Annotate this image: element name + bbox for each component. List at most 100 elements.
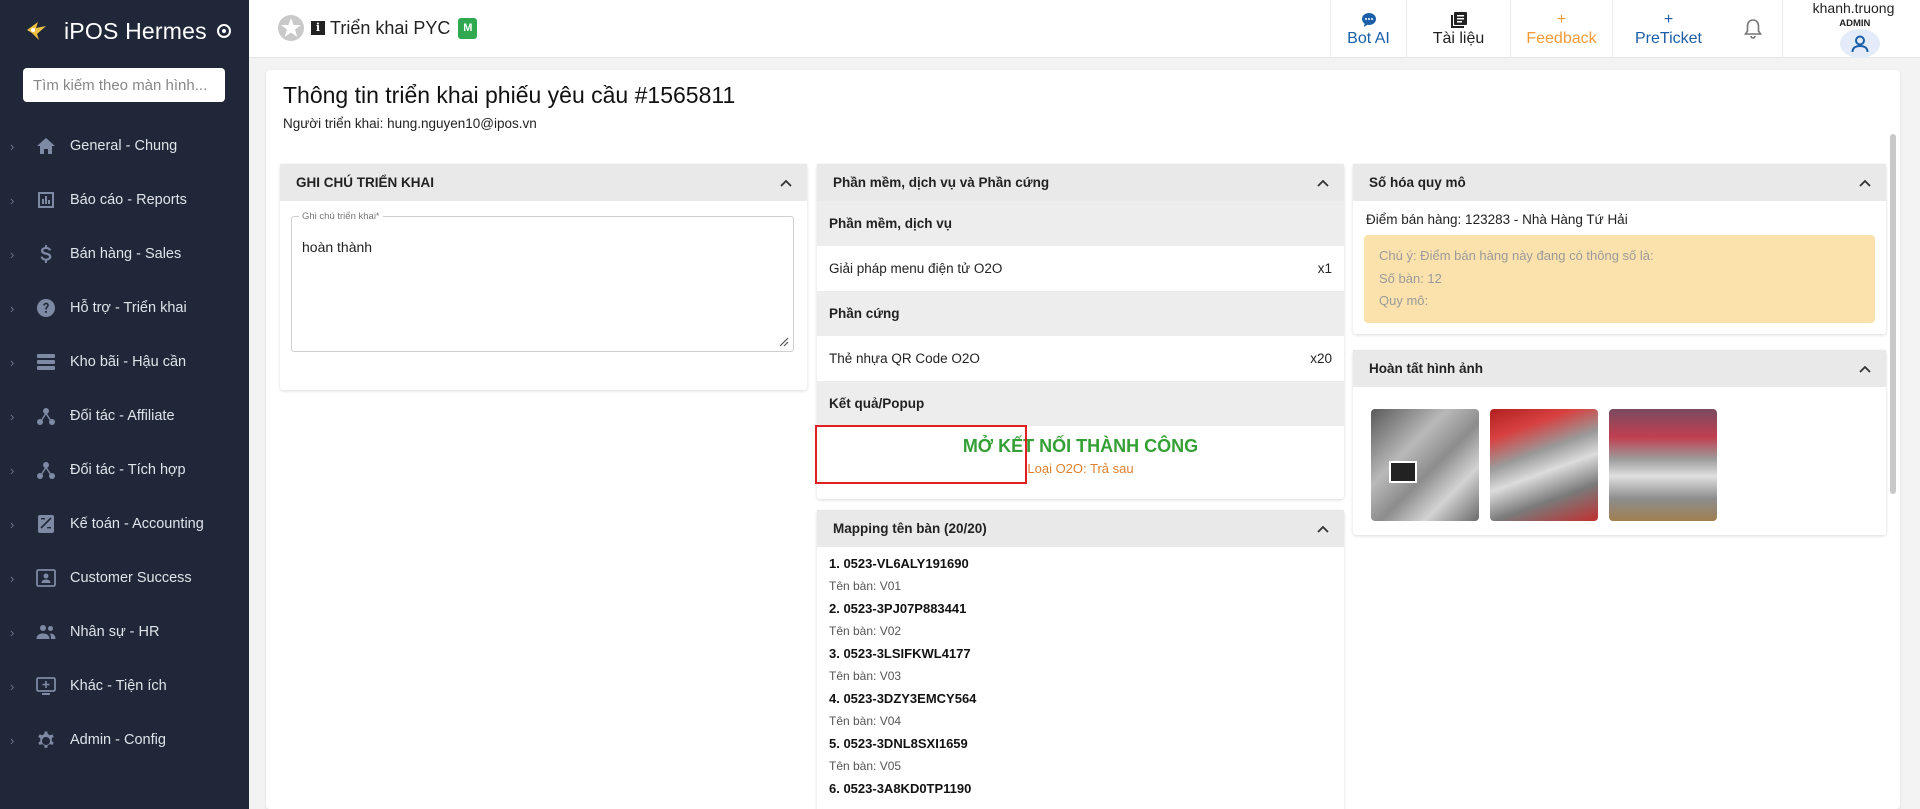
sidebar-item[interactable]: › Khác - Tiện ích bbox=[0, 659, 249, 713]
notes-field-label: Ghi chú triển khai* bbox=[299, 211, 383, 222]
sidebar-item[interactable]: › Customer Success bbox=[0, 551, 249, 605]
sidebar-item[interactable]: › Báo cáo - Reports bbox=[0, 173, 249, 227]
notes-textarea[interactable]: Ghi chú triển khai* hoàn thành bbox=[291, 211, 794, 352]
sidebar-item-label: General - Chung bbox=[70, 138, 178, 154]
main-content: Thông tin triển khai phiếu yêu cầu #1565… bbox=[266, 70, 1900, 809]
user-icon bbox=[1851, 35, 1868, 52]
sidebar-item[interactable]: › Bán hàng - Sales bbox=[0, 227, 249, 281]
contact-card-icon bbox=[34, 566, 58, 590]
chevron-right-icon: › bbox=[10, 138, 15, 154]
user-role: ADMIN bbox=[1839, 18, 1871, 29]
docs-button[interactable]: Tài liệu bbox=[1406, 0, 1510, 58]
notes-field-value: hoàn thành bbox=[302, 239, 373, 255]
hardware-item-qty: x20 bbox=[1310, 351, 1332, 366]
page-header-title: Triển khai PYC bbox=[330, 17, 451, 38]
software-section-header: Phần mềm, dịch vụ bbox=[817, 201, 1344, 246]
bot-ai-label: Bot AI bbox=[1347, 30, 1390, 47]
digitize-card-header[interactable]: Số hóa quy mô bbox=[1353, 164, 1886, 201]
sidebar-item[interactable]: › Hỗ trợ - Triển khai bbox=[0, 281, 249, 335]
feedback-label: Feedback bbox=[1526, 30, 1597, 47]
mapping-code: 4. 0523-3DZY3EMCY564 bbox=[829, 691, 977, 706]
sidebar-item[interactable]: › Kho bãi - Hậu cần bbox=[0, 335, 249, 389]
chevron-right-icon: › bbox=[10, 246, 15, 262]
photo-thumbnail[interactable] bbox=[1609, 409, 1717, 521]
avatar[interactable] bbox=[1839, 29, 1880, 58]
chevron-right-icon: › bbox=[10, 570, 15, 586]
software-card-header[interactable]: Phần mềm, dịch vụ và Phần cứng bbox=[817, 164, 1344, 201]
notice-line: Quy mô: bbox=[1379, 293, 1429, 308]
plus-icon: + bbox=[1556, 11, 1567, 28]
highlight-box bbox=[815, 425, 1027, 484]
preticket-button[interactable]: + PreTicket bbox=[1612, 0, 1724, 58]
storage-icon bbox=[34, 350, 58, 374]
hub-icon bbox=[34, 404, 58, 428]
info-icon: i bbox=[311, 21, 325, 35]
star-badge-icon bbox=[278, 15, 304, 41]
radio-icon[interactable] bbox=[216, 24, 231, 38]
chevron-up-icon[interactable] bbox=[1858, 362, 1872, 376]
mapping-code: 3. 0523-3LSIFKWL4177 bbox=[829, 646, 971, 661]
table-mapping-card: Mapping tên bàn (20/20) 1. 0523-VL6ALY19… bbox=[817, 510, 1344, 809]
scrollbar[interactable] bbox=[1890, 134, 1896, 494]
breadcrumb: i Triển khai PYC M bbox=[277, 14, 478, 42]
sidebar: iPOS Hermes › General - Chung › Báo cáo - R… bbox=[0, 0, 249, 809]
gear-icon bbox=[34, 728, 58, 752]
sidebar-item-label: Nhân sự - HR bbox=[70, 624, 160, 640]
chevron-right-icon: › bbox=[10, 462, 15, 478]
sidebar-search-input[interactable] bbox=[23, 68, 225, 102]
sidebar-item[interactable]: › Đối tác - Tích hợp bbox=[0, 443, 249, 497]
mapping-table-name: Tên bàn: V03 bbox=[829, 669, 902, 683]
sidebar-item-label: Customer Success bbox=[70, 570, 192, 586]
sidebar-item-label: Bán hàng - Sales bbox=[70, 246, 182, 262]
chevron-up-icon[interactable] bbox=[1316, 522, 1330, 536]
sidebar-item[interactable]: › Nhân sự - HR bbox=[0, 605, 249, 659]
home-icon bbox=[34, 134, 58, 158]
mapping-table-name: Tên bàn: V02 bbox=[829, 624, 902, 638]
bot-ai-button[interactable]: Bot AI bbox=[1330, 0, 1406, 58]
plus-icon: + bbox=[1663, 11, 1674, 28]
sidebar-item[interactable]: › Admin - Config bbox=[0, 713, 249, 767]
page-subtitle: Người triển khai: hung.nguyen10@ipos.vn bbox=[283, 116, 537, 131]
notes-card-title: GHI CHÚ TRIỂN KHAI bbox=[296, 175, 434, 190]
hub-icon bbox=[34, 458, 58, 482]
sidebar-item[interactable]: › General - Chung bbox=[0, 119, 249, 173]
software-item-row: Giải pháp menu điện tử O2O x1 bbox=[817, 246, 1344, 291]
add-screen-icon bbox=[34, 674, 58, 698]
notes-card-header[interactable]: GHI CHÚ TRIỂN KHAI bbox=[280, 164, 807, 201]
mapping-table-name: Tên bàn: V04 bbox=[829, 714, 902, 728]
photo-thumbnail[interactable] bbox=[1490, 409, 1598, 521]
chevron-up-icon[interactable] bbox=[1858, 176, 1872, 190]
mapping-card-header[interactable]: Mapping tên bàn (20/20) bbox=[817, 510, 1344, 547]
sidebar-item[interactable]: › Đối tác - Affiliate bbox=[0, 389, 249, 443]
sidebar-item-label: Đối tác - Tích hợp bbox=[70, 462, 186, 478]
notification-button[interactable] bbox=[1724, 0, 1782, 58]
preticket-label: PreTicket bbox=[1635, 30, 1702, 47]
help-icon bbox=[34, 296, 58, 320]
sidebar-item-label: Khác - Tiện ích bbox=[70, 678, 167, 694]
result-section-header: Kết quả/Popup bbox=[817, 381, 1344, 426]
dollar-icon bbox=[34, 242, 58, 266]
resize-handle-icon[interactable] bbox=[779, 337, 789, 347]
book-icon bbox=[1450, 12, 1467, 28]
photos-card-header[interactable]: Hoàn tất hình ảnh bbox=[1353, 350, 1886, 387]
chevron-up-icon[interactable] bbox=[779, 176, 793, 190]
sidebar-item-label: Kế toán - Accounting bbox=[70, 516, 204, 532]
user-menu[interactable]: khanh.truong ADMIN bbox=[1782, 0, 1920, 58]
hermes-logo-icon bbox=[24, 18, 50, 44]
chevron-right-icon: › bbox=[10, 624, 15, 640]
hardware-item-row: Thẻ nhựa QR Code O2O x20 bbox=[817, 336, 1344, 381]
hardware-item-name: Thẻ nhựa QR Code O2O bbox=[829, 351, 980, 366]
chevron-right-icon: › bbox=[10, 732, 15, 748]
sidebar-item[interactable]: › Kế toán - Accounting bbox=[0, 497, 249, 551]
calculator-icon bbox=[34, 512, 58, 536]
photo-thumbnail[interactable] bbox=[1371, 409, 1479, 521]
brand[interactable]: iPOS Hermes bbox=[0, 0, 249, 62]
mapping-table-name: Tên bàn: V05 bbox=[829, 759, 902, 773]
mapping-card-title: Mapping tên bàn (20/20) bbox=[833, 521, 987, 536]
sidebar-menu: › General - Chung › Báo cáo - Reports › Bán h… bbox=[0, 119, 249, 767]
mapping-code: 6. 0523-3A8KD0TP1190 bbox=[829, 781, 972, 796]
chevron-right-icon: › bbox=[10, 516, 15, 532]
software-card-title: Phần mềm, dịch vụ và Phần cứng bbox=[833, 175, 1050, 190]
chevron-up-icon[interactable] bbox=[1316, 176, 1330, 190]
feedback-button[interactable]: + Feedback bbox=[1510, 0, 1612, 58]
